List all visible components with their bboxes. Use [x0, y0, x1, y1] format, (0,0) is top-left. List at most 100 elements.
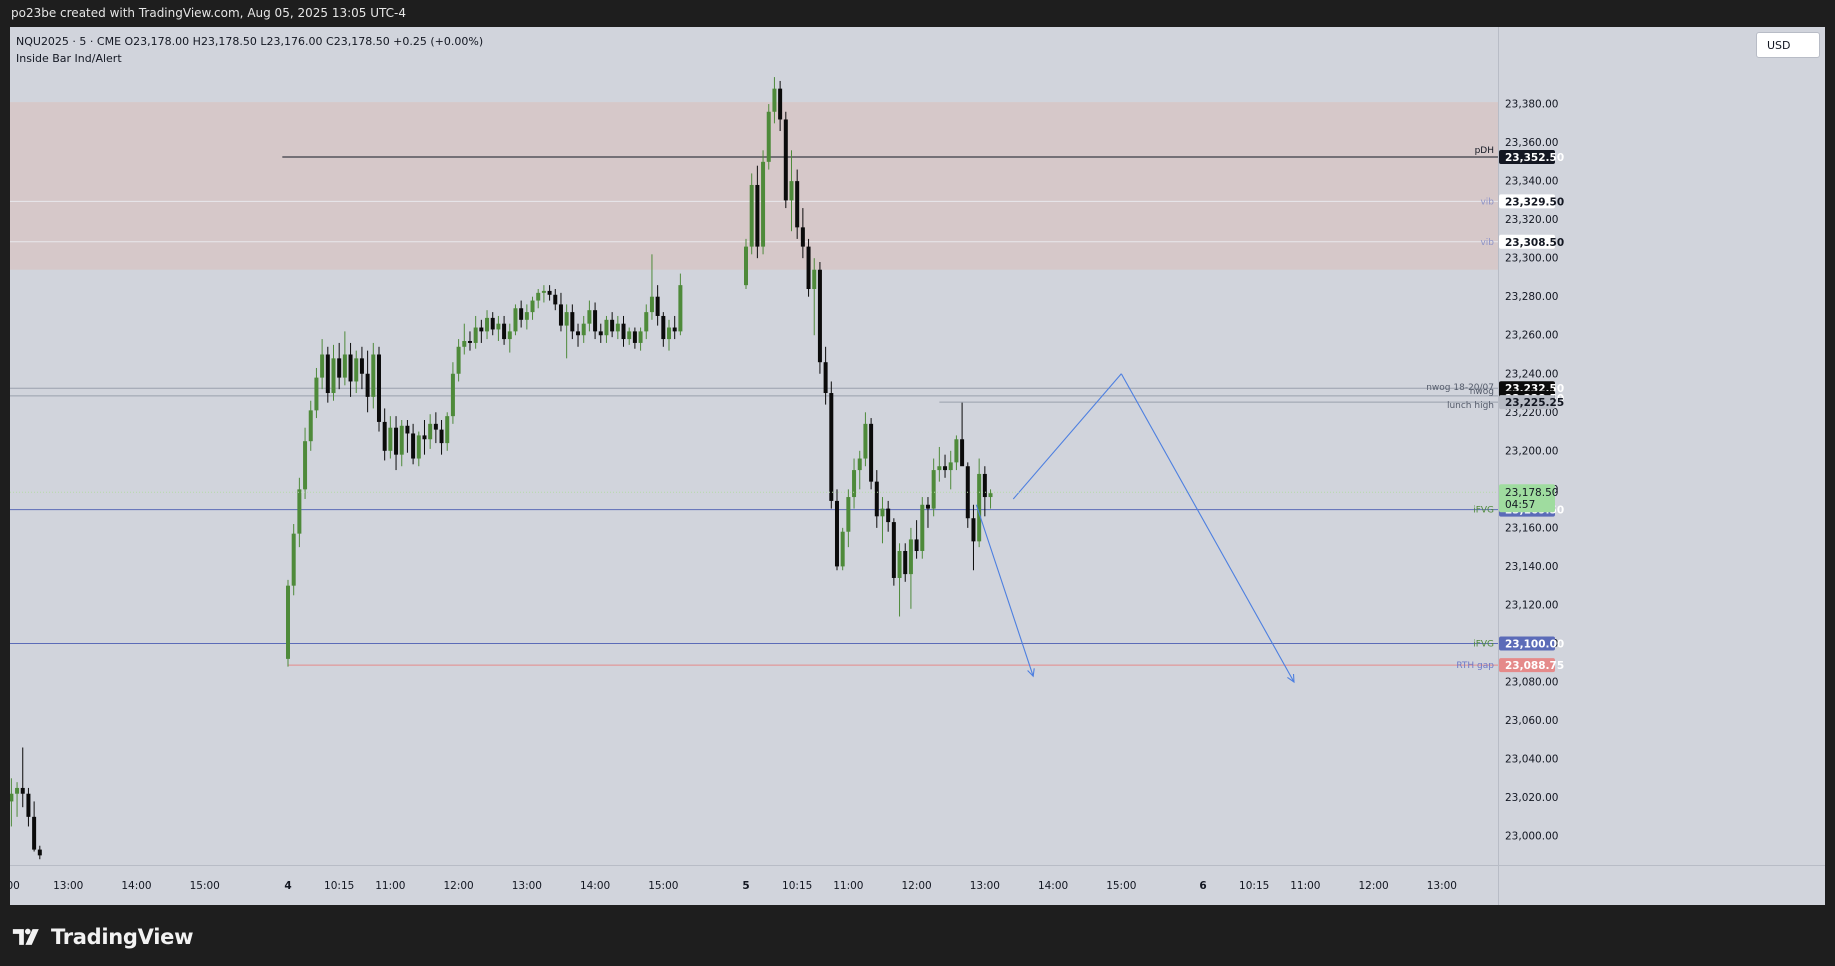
candle[interactable] [377, 347, 381, 432]
price-tag[interactable]: 23,088.75 [1499, 658, 1564, 672]
candle[interactable] [841, 528, 845, 570]
candle-body [479, 328, 483, 332]
price-tick-label: 23,240.00 [1505, 368, 1558, 380]
tradingview-logo[interactable]: TradingView [11, 923, 193, 951]
currency-selector[interactable]: USD [1756, 32, 1820, 58]
candle[interactable] [761, 150, 765, 254]
candle-body [932, 470, 936, 509]
time-tick-label: 10:15 [324, 880, 354, 892]
candle-body [755, 185, 759, 247]
candle-body [937, 466, 941, 470]
candle-body [778, 89, 782, 120]
candle-body [559, 304, 563, 325]
candle-body [633, 331, 637, 343]
indicator-label[interactable]: Inside Bar Ind/Alert [16, 50, 483, 67]
candle-body [835, 501, 839, 566]
time-tick-label: 13:00 [512, 880, 542, 892]
price-tag[interactable]: 23,308.50 [1499, 235, 1564, 249]
candle[interactable] [869, 418, 873, 489]
time-tick-label: 12:00 [443, 880, 473, 892]
price-tag-text: 23,352.50 [1505, 152, 1564, 164]
candle-body [807, 247, 811, 289]
candle[interactable] [807, 239, 811, 297]
candle-body [610, 320, 614, 332]
time-tick-label: 13:00 [970, 880, 1000, 892]
time-tick-label: 14:00 [1038, 880, 1068, 892]
candle-body [576, 331, 580, 335]
candle-body [417, 435, 421, 458]
candle[interactable] [286, 580, 290, 667]
candle-body [26, 794, 30, 817]
price-tag[interactable]: 23,329.50 [1499, 194, 1564, 208]
candle-body [513, 308, 517, 331]
candle[interactable] [966, 462, 970, 527]
candle-body [898, 551, 902, 578]
price-axis: 23,000.0023,020.0023,040.0023,060.0023,0… [1498, 27, 1825, 905]
candle-body [943, 466, 947, 470]
price-tag-text: 23,088.75 [1505, 660, 1564, 672]
candle-body [457, 347, 461, 374]
candle-body [587, 310, 591, 323]
candle-body [801, 227, 805, 246]
price-tag[interactable]: 23,352.50 [1499, 150, 1564, 164]
candle-body [491, 318, 495, 330]
candle-body [772, 89, 776, 112]
price-tag-text: 23,100.00 [1505, 638, 1564, 650]
candle-body [434, 424, 438, 430]
candle[interactable] [750, 173, 754, 254]
candle-body [400, 426, 404, 455]
current-price-tag[interactable]: 23,178.5004:57 [1499, 484, 1558, 512]
candle-body [525, 312, 529, 320]
level-label: RTH gap [1456, 661, 1494, 671]
candle[interactable] [818, 262, 822, 374]
price-tick-label: 23,360.00 [1505, 137, 1558, 149]
candle-body [784, 119, 788, 200]
candle[interactable] [892, 518, 896, 585]
time-tick-label: 5 [742, 880, 749, 892]
price-tick-label: 23,320.00 [1505, 214, 1558, 226]
candle-body [519, 308, 523, 320]
time-tick-label: :00 [10, 880, 20, 892]
candle-body [667, 328, 671, 340]
candle-body [812, 270, 816, 289]
candle-body [863, 424, 867, 459]
chart-pane[interactable]: pDHvibvibnwog 18-20/07nwoglunch highiFVG… [10, 27, 1825, 905]
candle-body [462, 341, 466, 347]
candle[interactable] [767, 104, 771, 169]
candle-body [789, 181, 793, 200]
price-tick-label: 23,060.00 [1505, 715, 1558, 727]
price-tick-label: 23,020.00 [1505, 792, 1558, 804]
time-tick-label: 10:15 [1239, 880, 1269, 892]
price-tick-label: 23,080.00 [1505, 676, 1558, 688]
candle-body [292, 534, 296, 586]
candle-body [829, 393, 833, 501]
candle-body [954, 439, 958, 462]
candle-body [354, 358, 358, 381]
credit-text: po23be created with TradingView.com, Aug… [11, 6, 406, 20]
tradingview-logo-icon [11, 926, 43, 948]
candle-body [485, 318, 489, 331]
time-tick-label: 14:00 [121, 880, 151, 892]
time-tick-label: 12:00 [901, 880, 931, 892]
time-tick-label: 10:15 [782, 880, 812, 892]
candle[interactable] [920, 497, 924, 559]
price-chart[interactable]: pDHvibvibnwog 18-20/07nwoglunch highiFVG… [10, 27, 1825, 905]
candle[interactable] [835, 489, 839, 570]
price-tick-label: 23,120.00 [1505, 599, 1558, 611]
time-tick-label: 15:00 [648, 880, 678, 892]
candle[interactable] [829, 381, 833, 508]
candle[interactable] [513, 304, 517, 335]
candle[interactable] [292, 524, 296, 595]
candle-body [371, 354, 375, 396]
candle-body [915, 539, 919, 551]
candle-body [582, 324, 586, 336]
candle-body [989, 493, 993, 497]
price-tag[interactable]: 23,100.00 [1499, 636, 1564, 650]
time-tick-label: 15:00 [190, 880, 220, 892]
candle[interactable] [784, 112, 788, 208]
price-tag[interactable]: 23,225.25 [1499, 395, 1564, 409]
time-tick-label: 11:00 [833, 880, 863, 892]
level-label: vib [1480, 238, 1494, 248]
price-tag-text: 23,308.50 [1505, 237, 1564, 249]
price-tag-text: 23,329.50 [1505, 196, 1564, 208]
